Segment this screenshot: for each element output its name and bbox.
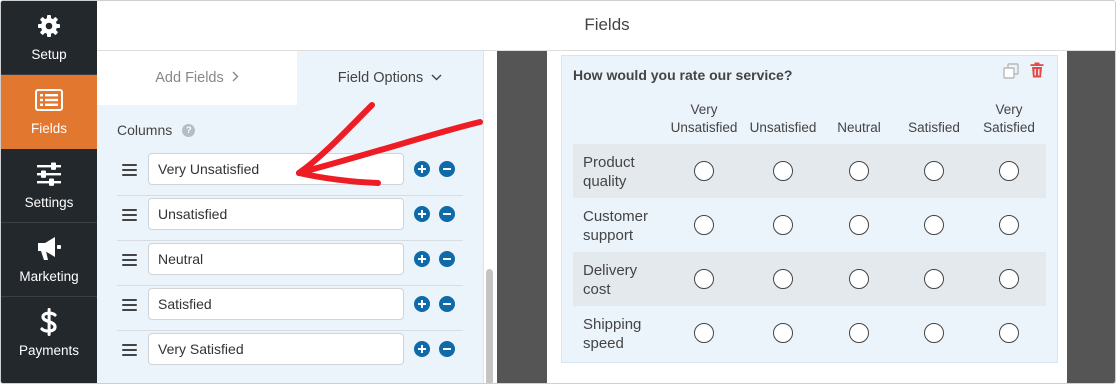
red-arrow-annotation [296, 102, 483, 186]
